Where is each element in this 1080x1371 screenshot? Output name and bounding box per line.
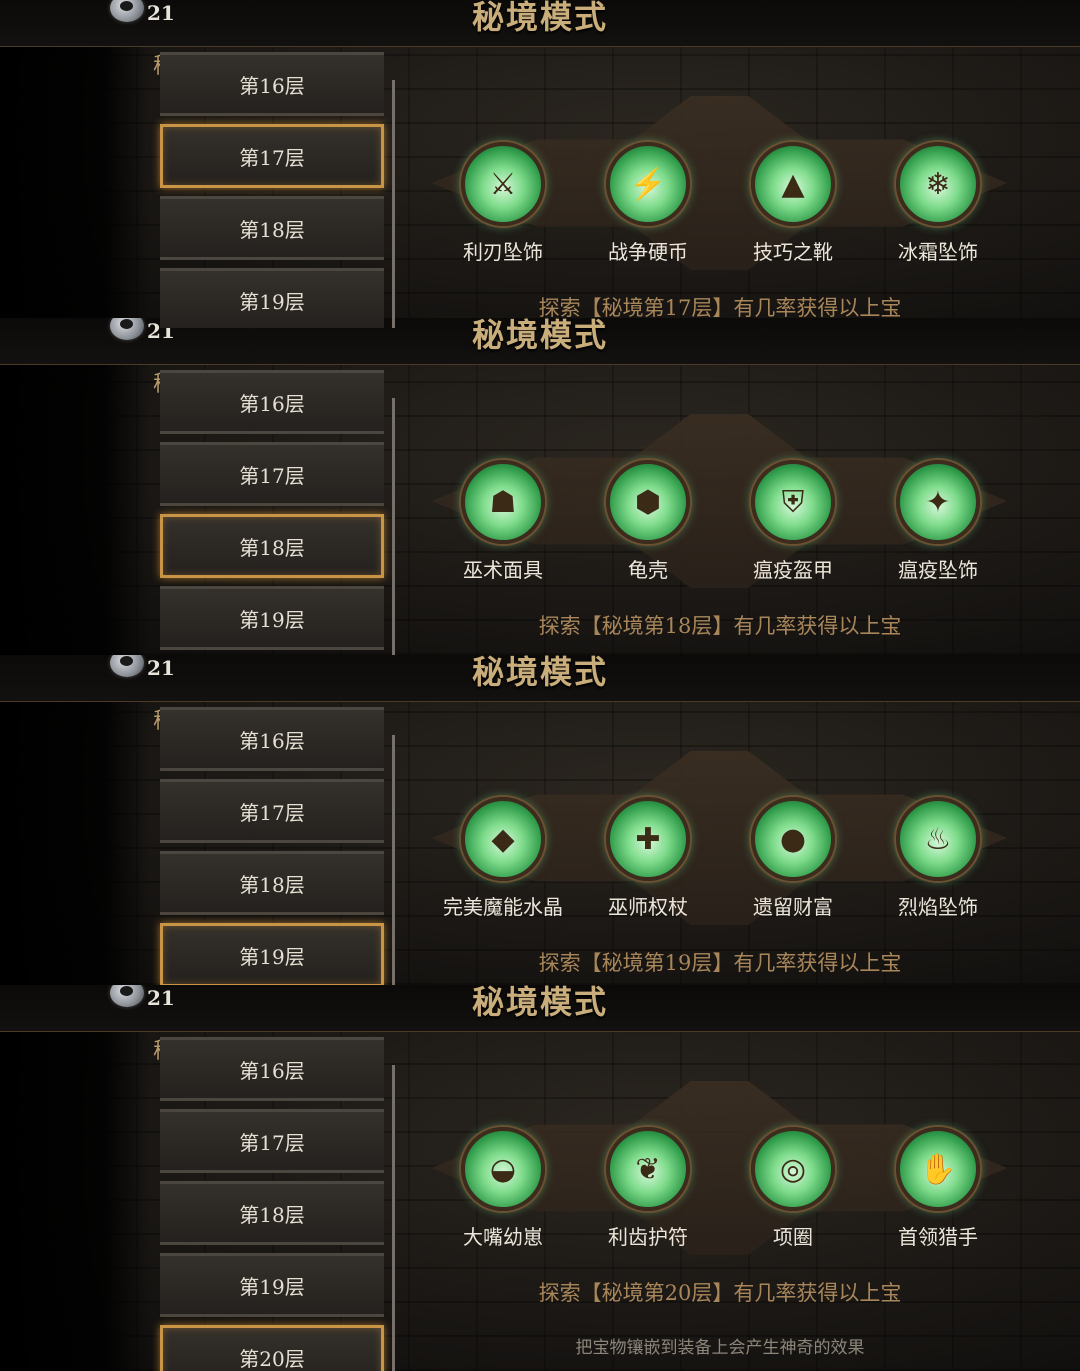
treasure-item[interactable]: ▲ 技巧之靴 bbox=[723, 142, 863, 265]
treasure-name: 瘟疫盔甲 bbox=[753, 558, 833, 582]
treasure-name: 大嘴幼崽 bbox=[463, 1225, 543, 1249]
floor-item[interactable]: 第18层 bbox=[160, 196, 384, 260]
treasure-item[interactable]: ⬢ 龟壳 bbox=[578, 460, 718, 583]
floor-item[interactable]: 第18层 bbox=[160, 514, 384, 578]
treasure-item[interactable]: ◎ 项圈 bbox=[723, 1127, 863, 1250]
treasure-bag-icon[interactable]: ● bbox=[751, 797, 835, 881]
treasure-name: 瘟疫坠饰 bbox=[898, 558, 978, 582]
floor-item[interactable]: 第17层 bbox=[160, 124, 384, 188]
treasure-name: 战争硬币 bbox=[608, 240, 688, 264]
treasure-name: 完美魔能水晶 bbox=[443, 895, 563, 919]
drop-hint: 探索【秘境第18层】有几率获得以上宝 bbox=[538, 614, 902, 638]
floor-item[interactable]: 第16层 bbox=[160, 1037, 384, 1101]
treasure-item[interactable]: ❄ 冰霜坠饰 bbox=[868, 142, 1008, 265]
floor-item[interactable]: 第17层 bbox=[160, 779, 384, 843]
treasure-name: 项圈 bbox=[773, 1225, 813, 1249]
treasure-item[interactable]: ◆ 完美魔能水晶 bbox=[433, 797, 573, 920]
treasure-name: 利刃坠饰 bbox=[463, 240, 543, 264]
treasure-item[interactable]: ◒ 大嘴幼崽 bbox=[433, 1127, 573, 1250]
top-bar: 21 秘境模式 bbox=[0, 985, 1080, 1032]
floor-item[interactable]: 第18层 bbox=[160, 1181, 384, 1245]
boots-icon[interactable]: ▲ bbox=[751, 142, 835, 226]
gauntlet-icon[interactable]: ✋ bbox=[896, 1127, 980, 1211]
treasure-item[interactable]: ⛨ 瘟疫盔甲 bbox=[723, 460, 863, 583]
frost-pendant-icon[interactable]: ❄ bbox=[896, 142, 980, 226]
war-coin-icon[interactable]: ⚡ bbox=[606, 142, 690, 226]
mask-icon[interactable]: ☗ bbox=[461, 460, 545, 544]
drop-hint: 探索【秘境第20层】有几率获得以上宝 bbox=[538, 1281, 902, 1305]
secret-realm-panel: 21秘境模式秘境第16层第17层第18层第19层第20层◒大嘴幼崽❦利齿护符◎项… bbox=[0, 985, 1080, 1371]
floor-item[interactable]: 第17层 bbox=[160, 442, 384, 506]
page-title: 秘境模式 bbox=[471, 0, 608, 36]
page-title: 秘境模式 bbox=[471, 655, 608, 691]
drop-hint: 探索【秘境第17层】有几率获得以上宝 bbox=[538, 296, 902, 320]
plague-pendant-icon[interactable]: ✦ bbox=[896, 460, 980, 544]
creature-icon[interactable]: ◒ bbox=[461, 1127, 545, 1211]
crystal-icon[interactable]: ◆ bbox=[461, 797, 545, 881]
treasure-name: 巫师权杖 bbox=[608, 895, 688, 919]
floor-item[interactable]: 第16层 bbox=[160, 707, 384, 771]
tooth-amulet-icon[interactable]: ❦ bbox=[606, 1127, 690, 1211]
scrollbar[interactable] bbox=[392, 80, 395, 328]
treasure-name: 冰霜坠饰 bbox=[898, 240, 978, 264]
floor-item[interactable]: 第16层 bbox=[160, 52, 384, 116]
floor-item[interactable]: 第18层 bbox=[160, 851, 384, 915]
scepter-icon[interactable]: ✚ bbox=[606, 797, 690, 881]
blade-pendant-icon[interactable]: ⚔ bbox=[461, 142, 545, 226]
treasure-item[interactable]: ☗ 巫术面具 bbox=[433, 460, 573, 583]
treasure-name: 遗留财富 bbox=[753, 895, 833, 919]
treasure-name: 利齿护符 bbox=[608, 1225, 688, 1249]
treasure-item[interactable]: ● 遗留财富 bbox=[723, 797, 863, 920]
floor-item[interactable]: 第16层 bbox=[160, 370, 384, 434]
secret-realm-panel: 21秘境模式秘境第16层第17层第18层第19层⚔利刃坠饰⚡战争硬币▲技巧之靴❄… bbox=[0, 0, 1080, 328]
scrollbar[interactable] bbox=[392, 735, 395, 985]
floor-item[interactable]: 第19层 bbox=[160, 586, 384, 650]
drop-hint: 探索【秘境第19层】有几率获得以上宝 bbox=[538, 951, 902, 975]
armor-icon[interactable]: ⛨ bbox=[751, 460, 835, 544]
treasure-item[interactable]: ⚡ 战争硬币 bbox=[578, 142, 718, 265]
flame-pendant-icon[interactable]: ♨ bbox=[896, 797, 980, 881]
floor-item[interactable]: 第19层 bbox=[160, 1253, 384, 1317]
scrollbar[interactable] bbox=[392, 398, 395, 655]
treasure-item[interactable]: ✦ 瘟疫坠饰 bbox=[868, 460, 1008, 583]
top-bar: 21 秘境模式 bbox=[0, 655, 1080, 702]
scrollbar[interactable] bbox=[392, 1065, 395, 1371]
treasure-item[interactable]: ♨ 烈焰坠饰 bbox=[868, 797, 1008, 920]
treasure-item[interactable]: ✋ 首领猎手 bbox=[868, 1127, 1008, 1250]
treasure-item[interactable]: ❦ 利齿护符 bbox=[578, 1127, 718, 1250]
treasure-name: 首领猎手 bbox=[898, 1225, 978, 1249]
secret-realm-panel: 21秘境模式秘境第16层第17层第18层第19层☗巫术面具⬢龟壳⛨瘟疫盔甲✦瘟疫… bbox=[0, 318, 1080, 655]
treasure-name: 巫术面具 bbox=[463, 558, 543, 582]
socket-hint: 把宝物镶嵌到装备上会产生神奇的效果 bbox=[575, 1338, 865, 1358]
floor-item[interactable]: 第19层 bbox=[160, 923, 384, 985]
page-title: 秘境模式 bbox=[471, 985, 608, 1021]
top-bar: 21 秘境模式 bbox=[0, 0, 1080, 47]
treasure-name: 龟壳 bbox=[628, 558, 668, 582]
floor-item[interactable]: 第20层 bbox=[160, 1325, 384, 1371]
turtle-shell-icon[interactable]: ⬢ bbox=[606, 460, 690, 544]
treasure-item[interactable]: ✚ 巫师权杖 bbox=[578, 797, 718, 920]
floor-item[interactable]: 第17层 bbox=[160, 1109, 384, 1173]
treasure-item[interactable]: ⚔ 利刃坠饰 bbox=[433, 142, 573, 265]
floor-item[interactable]: 第19层 bbox=[160, 268, 384, 328]
treasure-name: 技巧之靴 bbox=[753, 240, 833, 264]
treasure-name: 烈焰坠饰 bbox=[898, 895, 978, 919]
collar-icon[interactable]: ◎ bbox=[751, 1127, 835, 1211]
secret-realm-panel: 21秘境模式秘境第16层第17层第18层第19层◆完美魔能水晶✚巫师权杖●遗留财… bbox=[0, 655, 1080, 985]
